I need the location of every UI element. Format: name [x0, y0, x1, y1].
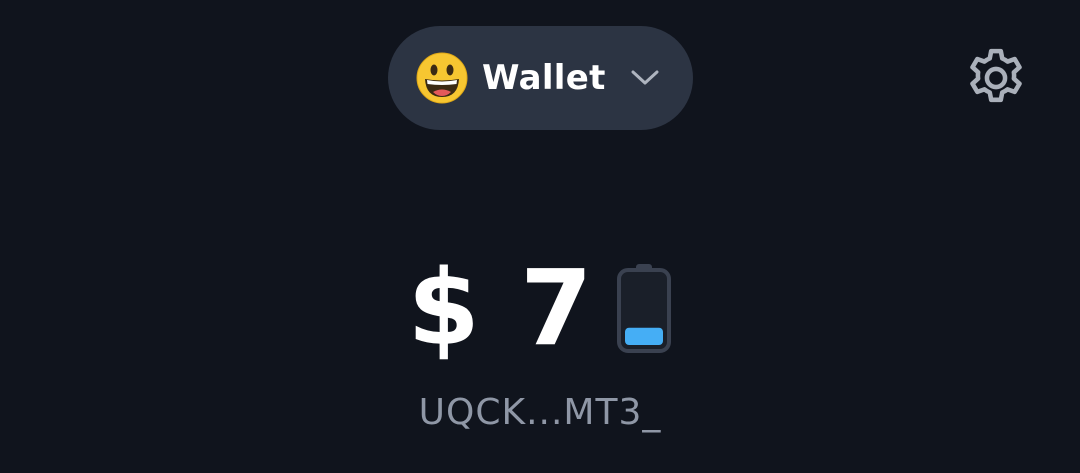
gear-icon[interactable] [962, 44, 1030, 112]
battery-icon [617, 264, 672, 353]
wallet-name-label: Wallet [482, 58, 606, 98]
wallet-address[interactable]: UQCK...MT3_ [0, 392, 1080, 433]
grinning-face-emoji-icon [416, 52, 468, 104]
battery-fill [625, 327, 664, 345]
balance-row: $ 7 [0, 248, 1080, 368]
wallet-selector-button[interactable]: Wallet [388, 26, 693, 130]
chevron-down-icon [631, 70, 659, 85]
balance-amount: $ 7 [407, 247, 595, 369]
